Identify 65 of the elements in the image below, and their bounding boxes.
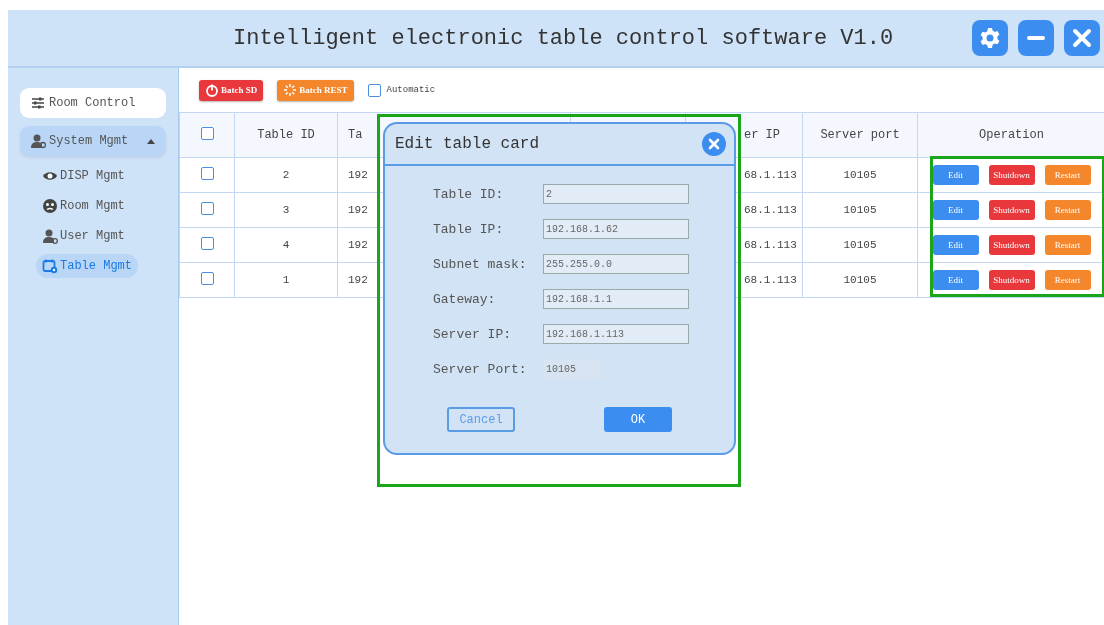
table-cell: 10105	[802, 262, 918, 298]
gear-icon	[978, 26, 1002, 50]
column-header: Operation	[917, 112, 1104, 158]
window-title: Intelligent electronic table control software V1.0	[233, 25, 895, 51]
table-cell: 10105	[802, 157, 918, 193]
dialog-title: Edit table card	[395, 135, 541, 153]
toolbar-button[interactable]: Batch SD	[199, 79, 264, 101]
checkbox[interactable]	[200, 272, 214, 285]
minimize-button[interactable]	[1018, 20, 1054, 56]
user-gear-icon	[42, 228, 58, 244]
action-button[interactable]: Restart	[1044, 235, 1091, 255]
action-button[interactable]: Edit	[932, 165, 979, 185]
table-cell: 2	[234, 157, 338, 193]
column-header: Table ID	[234, 112, 338, 158]
action-button[interactable]: Shutdown	[988, 165, 1035, 185]
sliders-icon	[30, 95, 46, 111]
settings-button[interactable]	[972, 20, 1008, 56]
checkbox[interactable]	[367, 83, 381, 97]
close-button[interactable]	[1064, 20, 1100, 56]
input-field[interactable]: 2	[543, 184, 689, 204]
checkbox-label: Automatic	[386, 85, 436, 95]
calendar-gear-icon	[42, 258, 58, 274]
field-label: Server IP:	[433, 326, 512, 342]
checkbox[interactable]	[200, 202, 214, 215]
close-icon	[708, 138, 720, 150]
table-cell: 10105	[802, 192, 918, 228]
user-gear-icon	[30, 133, 46, 149]
spinner-icon	[283, 83, 298, 97]
column-header: Server port	[802, 112, 918, 158]
action-button[interactable]: Edit	[932, 235, 979, 255]
close-icon	[1070, 26, 1094, 50]
toolbar-button[interactable]: Batch REST	[277, 79, 354, 101]
checkbox[interactable]	[200, 167, 214, 180]
action-button[interactable]: Shutdown	[988, 200, 1035, 220]
input-field[interactable]: 192.168.1.1	[543, 289, 689, 309]
table-cell: 3	[234, 192, 338, 228]
minus-icon	[1027, 36, 1045, 40]
table-cell: 1	[234, 262, 338, 298]
action-button[interactable]: Restart	[1044, 165, 1091, 185]
power-icon	[205, 83, 219, 97]
checkbox[interactable]	[200, 126, 214, 140]
input-field[interactable]: 192.168.1.62	[543, 219, 689, 239]
input-field[interactable]: 255.255.0.0	[543, 254, 689, 274]
action-button[interactable]: Edit	[932, 200, 979, 220]
action-button[interactable]: Restart	[1044, 270, 1091, 290]
sidebar-subitem[interactable]: Table Mgmt	[36, 254, 138, 278]
action-button[interactable]: Edit	[932, 270, 979, 290]
face-icon	[42, 198, 58, 214]
caret-icon	[146, 137, 156, 145]
sidebar-subitem[interactable]: User Mgmt	[36, 224, 131, 248]
action-button[interactable]: Restart	[1044, 200, 1091, 220]
input-field[interactable]: 192.168.1.113	[543, 324, 689, 344]
action-button[interactable]: Shutdown	[988, 270, 1035, 290]
table-cell: 10105	[802, 227, 918, 263]
field-label: Server Port:	[433, 361, 528, 377]
sidebar-item[interactable]: System Mgmt	[20, 126, 166, 156]
ok-button[interactable]: OK	[604, 407, 672, 432]
close-button[interactable]	[702, 132, 726, 156]
sidebar-subitem[interactable]: Room Mgmt	[36, 194, 131, 218]
checkbox[interactable]	[200, 237, 214, 250]
sidebar-subitem[interactable]: DISP Mgmt	[36, 164, 131, 188]
sidebar-item[interactable]: Room Control	[20, 88, 166, 118]
table-cell: 4	[234, 227, 338, 263]
cancel-button[interactable]: Cancel	[447, 407, 515, 432]
action-button[interactable]: Shutdown	[988, 235, 1035, 255]
